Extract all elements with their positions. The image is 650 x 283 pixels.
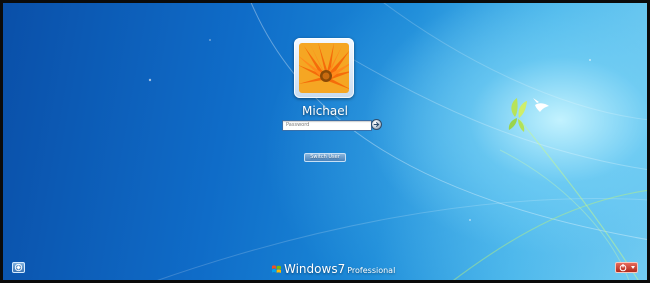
login-screen: Michael Switch User Windows 7 Profession…	[0, 0, 650, 283]
account-picture-frame[interactable]	[294, 38, 354, 98]
shutdown-icon	[619, 264, 627, 272]
switch-user-button[interactable]: Switch User	[304, 153, 346, 162]
brand-edition: Professional	[347, 265, 396, 275]
ease-of-access-icon	[14, 263, 23, 272]
account-picture	[299, 43, 349, 93]
arrow-right-icon	[373, 122, 380, 127]
brand-version: 7	[337, 262, 346, 276]
windows-branding: Windows 7 Professional	[271, 262, 395, 276]
username-label: Michael	[302, 104, 348, 118]
submit-button[interactable]	[371, 119, 382, 130]
wallpaper-dove-leaves	[508, 98, 549, 132]
password-input[interactable]	[282, 120, 372, 131]
shutdown-options-arrow[interactable]	[631, 266, 635, 269]
windows-flag-icon	[272, 264, 281, 273]
ease-of-access-button[interactable]	[12, 262, 25, 273]
brand-product: Windows	[284, 262, 338, 276]
